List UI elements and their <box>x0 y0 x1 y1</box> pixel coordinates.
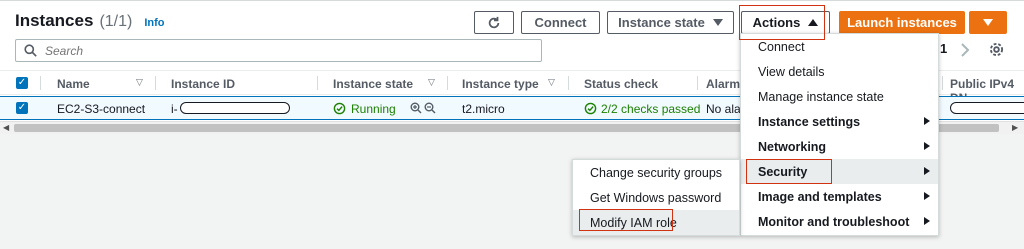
column-header-name[interactable]: Name <box>57 77 90 91</box>
redacted-instance-id <box>180 102 290 114</box>
column-divider <box>40 76 41 90</box>
page-title: Instances <box>15 11 94 30</box>
menu-item-modify-iam-role[interactable]: Modify IAM role <box>573 210 739 235</box>
page-header: Instances (1/1) Info <box>15 11 165 31</box>
select-all-checkbox[interactable]: ✓ <box>16 77 28 89</box>
menu-item-label: Networking <box>758 139 827 154</box>
current-page[interactable]: 1 <box>940 41 947 56</box>
menu-item-view-details[interactable]: View details <box>741 59 938 84</box>
instance-name: EC2-S3-connect <box>57 102 146 116</box>
menu-item-security[interactable]: Security <box>741 159 938 184</box>
instance-id-prefix[interactable]: i- <box>171 102 178 116</box>
sort-icon[interactable]: ▽ <box>136 77 143 88</box>
menu-item-label: Security <box>758 164 808 179</box>
info-link[interactable]: Info <box>144 17 164 29</box>
sort-icon[interactable]: ▽ <box>428 77 435 88</box>
chevron-right-icon <box>924 217 930 225</box>
instance-state-button[interactable]: Instance state <box>607 11 734 34</box>
column-header-instance-state[interactable]: Instance state <box>333 77 413 91</box>
launch-dropdown-button[interactable] <box>969 11 1007 34</box>
menu-item-label: Instance settings <box>758 114 861 129</box>
zoom-in-icon[interactable] <box>410 102 422 114</box>
column-divider <box>155 76 156 90</box>
refresh-button[interactable] <box>474 11 514 34</box>
search-icon <box>24 44 37 57</box>
scroll-left-icon[interactable]: ◀ <box>3 123 9 132</box>
launch-instances-button[interactable]: Launch instances <box>839 11 965 34</box>
menu-item-label: Image and templates <box>758 189 882 204</box>
chevron-up-icon <box>808 19 819 26</box>
instance-state-value: Running <box>351 102 396 116</box>
instance-state-label: Instance state <box>618 15 705 30</box>
column-header-instance-type[interactable]: Instance type <box>462 77 539 91</box>
chevron-down-icon <box>983 19 993 26</box>
instance-count: (1/1) <box>99 13 133 30</box>
row-checkbox[interactable]: ✓ <box>16 102 28 114</box>
chevron-right-icon <box>924 192 930 200</box>
menu-item-networking[interactable]: Networking <box>741 134 938 159</box>
menu-item-connect[interactable]: Connect <box>741 34 938 59</box>
menu-item-change-security-groups[interactable]: Change security groups <box>573 160 739 185</box>
menu-item-manage-instance-state[interactable]: Manage instance state <box>741 84 938 109</box>
column-header-status-check[interactable]: Status check <box>584 77 658 91</box>
menu-item-get-windows-password[interactable]: Get Windows password <box>573 185 739 210</box>
menu-item-image-and-templates[interactable]: Image and templates <box>741 184 938 209</box>
column-header-alarm[interactable]: Alarm <box>706 77 740 91</box>
sort-icon[interactable]: ▽ <box>548 77 555 88</box>
column-header-instance-id[interactable]: Instance ID <box>171 77 235 91</box>
column-divider <box>568 76 569 90</box>
menu-item-instance-settings[interactable]: Instance settings <box>741 109 938 134</box>
security-submenu: Change security groups Get Windows passw… <box>572 159 740 236</box>
search-input[interactable] <box>45 43 525 58</box>
gear-icon[interactable] <box>989 42 1004 57</box>
chevron-down-icon <box>712 19 723 26</box>
chevron-right-icon <box>924 117 930 125</box>
actions-button[interactable]: Actions <box>741 11 830 34</box>
actions-label: Actions <box>752 15 801 30</box>
running-status-icon <box>333 102 346 115</box>
search-field[interactable] <box>15 39 542 62</box>
zoom-out-icon[interactable] <box>424 102 436 114</box>
chevron-right-icon <box>924 142 930 150</box>
connect-button[interactable]: Connect <box>521 11 600 34</box>
menu-item-monitor-and-troubleshoot[interactable]: Monitor and troubleshoot <box>741 209 938 234</box>
check-passed-icon <box>584 102 597 115</box>
status-check-value: 2/2 checks passed <box>601 102 701 116</box>
refresh-icon <box>488 16 500 28</box>
next-page-icon[interactable] <box>960 43 970 57</box>
scroll-right-icon[interactable]: ▶ <box>1012 123 1018 132</box>
column-divider <box>447 76 448 90</box>
column-divider <box>697 76 698 90</box>
chevron-right-icon <box>924 167 930 175</box>
column-divider <box>942 76 943 90</box>
column-divider <box>317 76 318 90</box>
redacted-public-ip <box>950 102 1024 114</box>
actions-menu: Connect View details Manage instance sta… <box>740 33 939 236</box>
instance-type-value: t2.micro <box>462 102 505 116</box>
menu-item-label: Monitor and troubleshoot <box>758 214 910 229</box>
alarm-value: No alar <box>706 102 745 116</box>
